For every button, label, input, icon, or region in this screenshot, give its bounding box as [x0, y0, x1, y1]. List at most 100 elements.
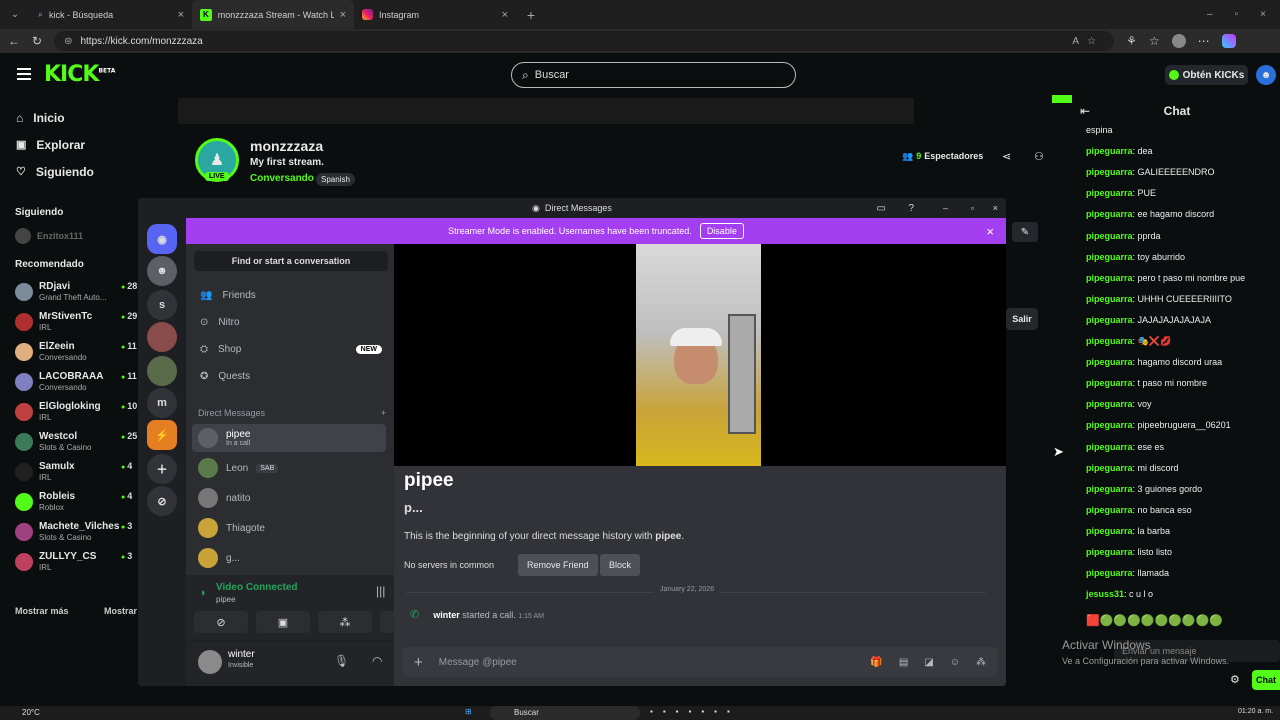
search-input[interactable]: ⌕ Buscar [511, 62, 796, 88]
user-name[interactable]: winter [228, 649, 255, 660]
recommended-channel[interactable]: WestcolSlots & Casino 25 [0, 427, 140, 457]
recommended-channel[interactable]: LACOBRAAAConversando 11 [0, 367, 140, 397]
chat-username[interactable]: pipeguarra [1086, 273, 1133, 283]
dm-item-pipee[interactable]: pipee In a call [192, 424, 386, 452]
taskbar-search[interactable]: Buscar [490, 706, 640, 720]
chat-username[interactable]: pipeguarra [1086, 378, 1133, 388]
headphones-icon[interactable]: ◠ [372, 654, 382, 668]
chat-username[interactable]: pipeguarra [1086, 146, 1133, 156]
gift-icon[interactable]: 🎁 [870, 657, 882, 668]
recommended-channel[interactable]: MrStivenTcIRL 29 [0, 307, 140, 337]
add-server-icon[interactable]: ＋ [147, 454, 177, 484]
chat-settings-icon[interactable]: ⚙ [1230, 673, 1240, 686]
new-tab-icon[interactable]: + [516, 0, 546, 29]
emoji-icon[interactable]: ☺ [950, 657, 960, 668]
server-avatar[interactable]: ⚡ [147, 420, 177, 450]
hamburger-menu-icon[interactable] [17, 68, 31, 80]
chat-username[interactable]: pipeguarra [1086, 484, 1133, 494]
share-screen-icon[interactable]: ▣ [256, 611, 310, 633]
address-bar-actions-icon[interactable]: A☆ [1072, 36, 1104, 47]
extensions-icon[interactable]: ⚘ [1126, 34, 1137, 48]
tab-kick-search[interactable]: ⌕ kick - Búsqueda × [30, 0, 192, 29]
chat-username[interactable]: pipeguarra [1086, 231, 1133, 241]
server-m[interactable]: m [147, 388, 177, 418]
nav-nitro[interactable]: ⊙ Nitro [194, 310, 388, 334]
chat-username[interactable]: pipeguarra [1086, 420, 1133, 430]
recommended-channel[interactable]: SamulxIRL 4 [0, 457, 140, 487]
nav-explorar[interactable]: ▣ Explorar [0, 131, 140, 158]
gif-icon[interactable]: ▤ [899, 657, 908, 668]
inbox-icon[interactable]: ▭ [877, 203, 886, 214]
server-avatar[interactable]: ☻ [147, 256, 177, 286]
chat-username[interactable]: pipeguarra [1086, 294, 1133, 304]
minimize-icon[interactable]: – [943, 203, 948, 213]
close-banner-icon[interactable]: × [986, 224, 994, 239]
discover-icon[interactable]: ⊘ [147, 486, 177, 516]
nav-inicio[interactable]: ⌂ Inicio [0, 104, 140, 131]
close-icon[interactable]: × [502, 9, 508, 21]
nav-friends[interactable]: 👥 Friends [194, 283, 388, 307]
chat-username[interactable]: pipeguarra [1086, 399, 1133, 409]
user-avatar[interactable] [198, 650, 222, 674]
profile-icon[interactable] [1171, 34, 1186, 48]
chat-username[interactable]: pipeguarra [1086, 336, 1133, 346]
create-dm-icon[interactable]: + [381, 408, 386, 418]
share-icon[interactable]: ⋖ [1002, 150, 1011, 163]
dm-item-natito[interactable]: natito [192, 484, 386, 512]
edit-icon[interactable]: ✎ [1012, 222, 1038, 242]
chat-username[interactable]: pipeguarra [1086, 568, 1133, 578]
dm-item-leon[interactable]: Leon SAB [192, 454, 386, 482]
copilot-icon[interactable] [1221, 34, 1236, 48]
disable-button[interactable]: Disable [699, 223, 744, 239]
camera-off-icon[interactable]: ⊘ [194, 611, 248, 633]
address-bar[interactable]: ⊜ https://kick.com/monzzzaza A☆ [54, 31, 1115, 51]
activities-icon[interactable]: ⁂ [318, 611, 372, 633]
find-conversation-button[interactable]: Find or start a conversation [194, 251, 388, 271]
chat-username[interactable]: pipeguarra [1086, 209, 1133, 219]
microphone-icon[interactable]: 🎙 [334, 654, 349, 668]
chat-username[interactable]: pipeguarra [1086, 252, 1133, 262]
dm-item-g[interactable]: g... [192, 544, 386, 572]
minimize-icon[interactable]: – [1207, 9, 1213, 20]
show-less-link[interactable]: Mostrar [104, 606, 137, 616]
voice-channel[interactable]: pipee [216, 595, 236, 604]
salir-button[interactable]: Salir [1006, 308, 1038, 330]
maximize-icon[interactable]: ▫ [1235, 9, 1239, 20]
taskbar-apps-icon[interactable]: ▪▪▪▪▪▪▪ [650, 707, 740, 716]
maximize-icon[interactable]: ▫ [971, 203, 974, 213]
voice-status[interactable]: Video Connected [216, 582, 298, 593]
call-log-user[interactable]: winter [433, 610, 460, 620]
server-avatar[interactable] [147, 322, 177, 352]
help-icon[interactable]: ? [908, 203, 914, 214]
call-video-area[interactable] [394, 244, 1006, 466]
chat-username[interactable]: pipeguarra [1086, 188, 1133, 198]
close-window-icon[interactable]: × [1260, 9, 1266, 20]
kick-logo[interactable]: KICKBETA [44, 62, 115, 87]
stream-category[interactable]: Conversando [250, 173, 314, 184]
show-more-link[interactable]: Mostrar más [15, 606, 69, 616]
dm-item-thiagote[interactable]: Thiagote [192, 514, 386, 542]
chat-username[interactable]: pipeguarra [1086, 505, 1133, 515]
weather-widget[interactable]: 20°C [22, 708, 40, 717]
site-info-icon[interactable]: ⊜ [64, 36, 72, 47]
user-avatar[interactable]: ☻ [1256, 65, 1276, 85]
get-kicks-button[interactable]: Obtén KICKs [1165, 65, 1248, 85]
message-input[interactable]: + Message @pipee 🎁 ▤ ◪ ☺ ⁂ [402, 647, 998, 677]
chat-username[interactable]: pipeguarra [1086, 463, 1133, 473]
favorites-icon[interactable]: ☆ [1149, 34, 1160, 48]
language-tag[interactable]: Spanish [316, 173, 355, 186]
recommended-channel[interactable]: RDjaviGrand Theft Auto... 28 [0, 277, 140, 307]
attach-plus-icon[interactable]: + [414, 654, 423, 671]
nav-siguiendo[interactable]: ♡ Siguiendo [0, 158, 140, 185]
tab-monzzzaza-stream[interactable]: K monzzzaza Stream - Watch Live o × [192, 0, 354, 29]
remove-friend-button[interactable]: Remove Friend [518, 554, 598, 576]
chat-username[interactable]: pipeguarra [1086, 526, 1133, 536]
following-item[interactable]: Enzitox111 [0, 225, 140, 247]
windows-start-icon[interactable]: ⊞ [465, 707, 472, 716]
chat-username[interactable]: pipeguarra [1086, 167, 1133, 177]
chat-username[interactable]: pipeguarra [1086, 315, 1133, 325]
recommended-channel[interactable]: ZULLYY_CSIRL 3 [0, 547, 140, 577]
close-icon[interactable]: × [340, 9, 346, 21]
chat-username[interactable]: pipeguarra [1086, 357, 1133, 367]
streamer-name[interactable]: monzzzaza [250, 138, 323, 154]
